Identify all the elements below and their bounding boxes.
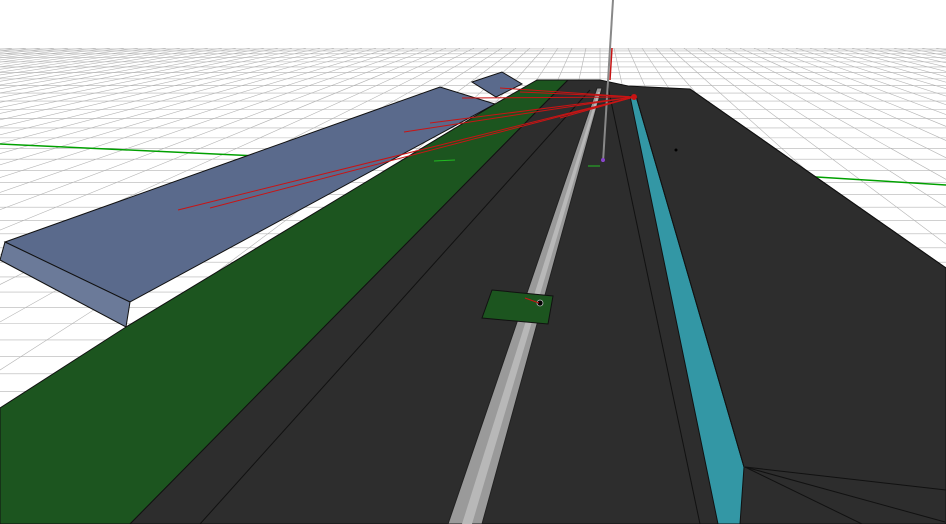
mast-base-marker bbox=[601, 158, 605, 162]
grass-patch-face bbox=[481, 289, 554, 325]
road-dot-marker bbox=[674, 148, 678, 152]
x-axis-line-left bbox=[0, 143, 259, 157]
scene-canvas[interactable] bbox=[0, 0, 946, 524]
grass-patch-marker[interactable] bbox=[481, 289, 554, 325]
3d-viewport[interactable] bbox=[0, 0, 946, 524]
sensor-origin-icon bbox=[631, 94, 637, 100]
sky-background bbox=[0, 0, 946, 48]
